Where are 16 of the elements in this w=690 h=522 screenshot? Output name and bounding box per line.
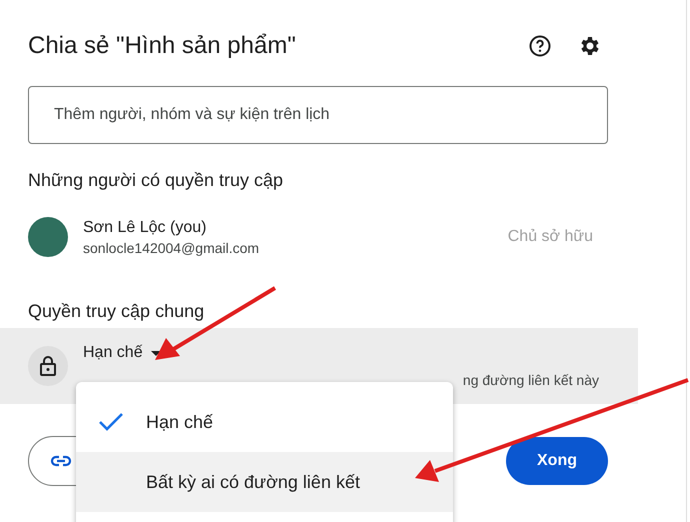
menu-item[interactable]: Bất kỳ ai có đường liên kết xyxy=(76,452,453,512)
access-description: ng đường liên kết này xyxy=(462,372,600,388)
dialog-title: Chia sẻ "Hình sản phẩm" xyxy=(28,32,297,60)
add-people-field[interactable]: Thêm người, nhóm và sự kiện trên lịch xyxy=(28,86,608,144)
section-heading: Những người có quyền truy cập xyxy=(27,170,284,191)
person-email: sonlocle142004@gmail.com xyxy=(83,240,260,256)
person-name: Sơn Lê Lộc (you) xyxy=(83,218,208,236)
check-icon xyxy=(98,412,124,432)
role-label: Chủ sở hữu xyxy=(508,228,594,246)
help-icon[interactable] xyxy=(528,34,552,58)
link-icon xyxy=(50,455,72,467)
done-button[interactable]: Xong xyxy=(506,437,608,485)
lock-icon xyxy=(28,346,68,386)
section-heading: Quyền truy cập chung xyxy=(27,301,206,322)
menu-item[interactable]: Hạn chế xyxy=(76,392,453,452)
avatar xyxy=(28,217,68,257)
